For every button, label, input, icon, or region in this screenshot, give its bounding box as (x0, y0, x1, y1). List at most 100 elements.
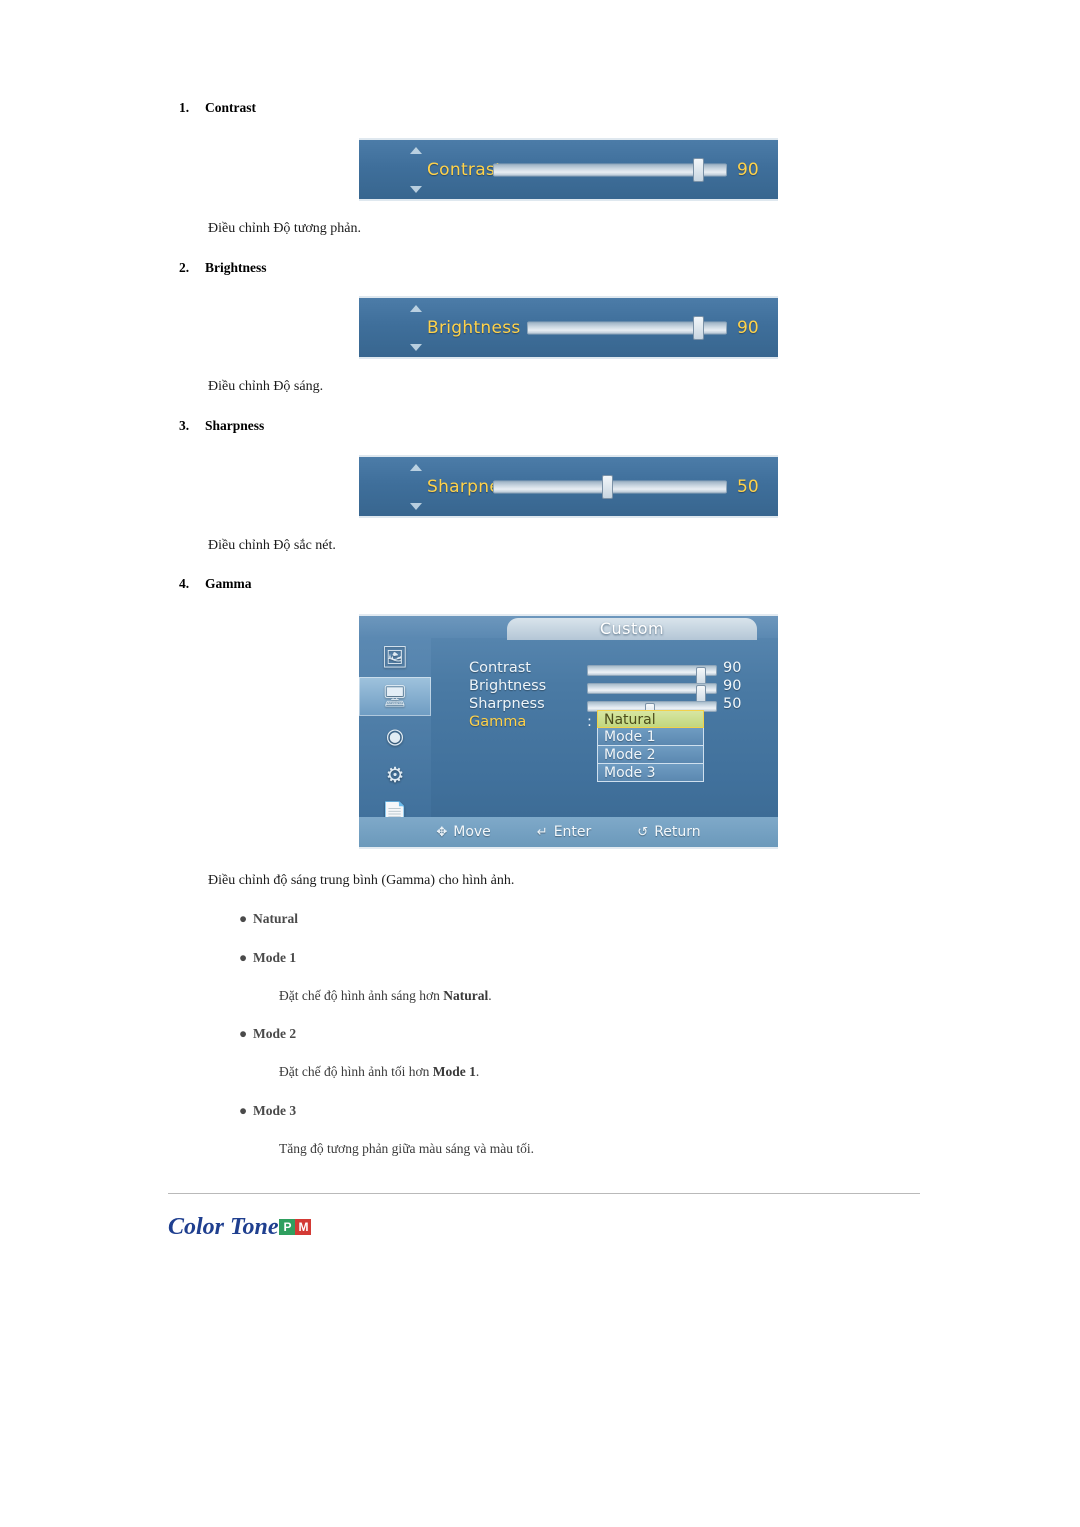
desc-mode1: Đặt chế độ hình ảnh sáng hơn Natural. (279, 988, 492, 1004)
osd-row-value: 90 (723, 660, 742, 676)
osd-row-track[interactable] (587, 683, 717, 704)
desc-mode3: Tăng độ tương phản giữa màu sáng và màu … (279, 1141, 534, 1157)
osd-brightness-bar: Brightness 90 (359, 296, 778, 359)
picture-icon: 🖼 (381, 645, 409, 669)
desc-mode1-pre: Đặt chế độ hình ảnh sáng hơn (279, 988, 444, 1003)
footer-return-label: Return (654, 824, 701, 840)
caption-contrast: Điều chỉnh Độ tương phản. (208, 221, 362, 236)
osd-icon-settings[interactable]: ⚙ (359, 755, 431, 794)
document-page: 1. Contrast Contrast 90 Điều chỉnh Độ tươ… (0, 0, 1080, 1527)
arrow-up-icon[interactable] (410, 146, 422, 154)
sound-icon: ◉ (385, 723, 405, 748)
list-item-number: 4. (179, 576, 190, 591)
bullet-dot-icon: ● (239, 950, 248, 965)
list-item-label: Contrast (205, 100, 256, 115)
osd-slider-knob[interactable] (693, 157, 704, 182)
badge-m: M (295, 1219, 312, 1235)
osd-row-label: Contrast (469, 660, 531, 676)
list-item-gamma: 4. Gamma (179, 576, 252, 592)
osd-slider-knob[interactable] (602, 474, 613, 499)
desc-mode2-bold: Mode 1 (432, 1064, 476, 1079)
list-item-label: Brightness (205, 260, 267, 275)
desc-mode1-post: . (488, 988, 492, 1003)
dropdown-option-mode3[interactable]: Mode 3 (597, 764, 704, 782)
arrow-down-icon[interactable] (410, 502, 422, 510)
osd-row-colon: : (587, 714, 592, 730)
osd-icon-monitor[interactable]: 🖥 (359, 677, 431, 716)
page-title: Color Tone P M (168, 1211, 312, 1241)
gear-icon: ⚙ (385, 762, 405, 787)
osd-icon-picture[interactable]: 🖼 (359, 638, 431, 677)
footer-enter-label: Enter (553, 824, 592, 840)
bullet-natural: ● Natural (239, 911, 298, 927)
bullet-dot-icon: ● (239, 1103, 248, 1118)
osd-slider-track[interactable] (493, 163, 727, 176)
osd-row-track[interactable] (587, 665, 717, 686)
osd-icon-column: 🖼 🖥 ◉ ⚙ 📄 (359, 638, 431, 825)
desc-mode2-pre: Đặt chế độ hình ảnh tối hơn (279, 1064, 433, 1079)
list-item-brightness: 2. Brightness (179, 260, 267, 276)
osd-row-brightness[interactable]: Brightness 90 (469, 678, 770, 704)
return-icon: ↺ (637, 824, 649, 840)
bullet-mode2: ● Mode 2 (239, 1026, 296, 1042)
bullet-label: Mode 1 (253, 950, 297, 965)
desc-mode2-post: . (475, 1064, 480, 1079)
footer-return[interactable]: ↺ Return (637, 824, 700, 840)
osd-icon-sound[interactable]: ◉ (359, 716, 431, 755)
osd-value-sharpness: 50 (737, 476, 759, 497)
bullet-mode3: ● Mode 3 (239, 1103, 296, 1119)
desc-mode3-pre: Tăng độ tương phản giữa màu sáng và màu … (279, 1141, 534, 1156)
monitor-icon: 🖥 (381, 684, 409, 708)
osd-custom-menu: Custom 🖼 🖥 ◉ ⚙ 📄 Contrast 90 Brightness … (359, 614, 778, 849)
osd-row-value: 50 (723, 696, 742, 712)
arrow-up-icon[interactable] (410, 463, 422, 471)
arrow-down-icon[interactable] (410, 343, 422, 351)
list-item-sharpness: 3. Sharpness (179, 418, 264, 434)
caption-brightness: Điều chỉnh Độ sáng. (208, 379, 324, 394)
osd-label-brightness: Brightness (427, 317, 521, 338)
dropdown-option-mode2[interactable]: Mode 2 (597, 746, 704, 764)
osd-label-contrast: Contrast (427, 159, 503, 180)
arrow-down-icon[interactable] (410, 185, 422, 193)
footer-move[interactable]: ✥ Move (436, 824, 490, 840)
osd-row-value: 90 (723, 678, 742, 694)
list-item-number: 2. (179, 260, 190, 275)
osd-row-label: Brightness (469, 678, 547, 694)
osd-row-label: Gamma (469, 714, 527, 730)
osd-slider-knob[interactable] (693, 315, 704, 340)
enter-icon: ↵ (536, 824, 548, 840)
osd-footer: ✥ Move ↵ Enter ↺ Return (359, 817, 778, 847)
desc-mode1-bold: Natural (443, 988, 489, 1003)
osd-value-contrast: 90 (737, 159, 759, 180)
badge-group: PM (279, 1211, 312, 1238)
osd-value-brightness: 90 (737, 317, 759, 338)
list-item-number: 3. (179, 418, 190, 433)
caption-sharpness: Điều chỉnh Độ sắc nét. (208, 538, 336, 553)
osd-arrows[interactable] (407, 298, 425, 357)
bullet-label: Natural (253, 911, 298, 926)
arrow-up-icon[interactable] (410, 304, 422, 312)
bullet-label: Mode 3 (253, 1103, 297, 1118)
dropdown-option-mode1[interactable]: Mode 1 (597, 728, 704, 746)
osd-contrast-bar: Contrast 90 (359, 138, 778, 201)
bullet-label: Mode 2 (253, 1026, 297, 1041)
footer-enter[interactable]: ↵ Enter (537, 824, 591, 840)
footer-move-label: Move (453, 824, 491, 840)
list-item-label: Gamma (205, 576, 252, 591)
osd-arrows[interactable] (407, 457, 425, 516)
osd-arrows[interactable] (407, 140, 425, 199)
list-item-contrast: 1. Contrast (179, 100, 256, 116)
osd-sharpness-bar: Sharpness 50 (359, 455, 778, 518)
bullet-dot-icon: ● (239, 1026, 248, 1041)
osd-row-contrast[interactable]: Contrast 90 (469, 660, 770, 686)
desc-mode2: Đặt chế độ hình ảnh tối hơn Mode 1. (279, 1064, 479, 1080)
dropdown-option-natural[interactable]: Natural (597, 710, 704, 728)
badge-p: P (279, 1219, 296, 1235)
page-title-text: Color Tone (168, 1214, 279, 1240)
gamma-dropdown[interactable]: Natural Mode 1 Mode 2 Mode 3 (597, 710, 704, 782)
osd-row-label: Sharpness (469, 696, 545, 712)
section-divider (168, 1193, 920, 1194)
caption-gamma: Điều chỉnh độ sáng trung bình (Gamma) ch… (208, 873, 515, 888)
move-icon: ✥ (436, 824, 448, 840)
osd-menu-title: Custom (507, 618, 757, 640)
